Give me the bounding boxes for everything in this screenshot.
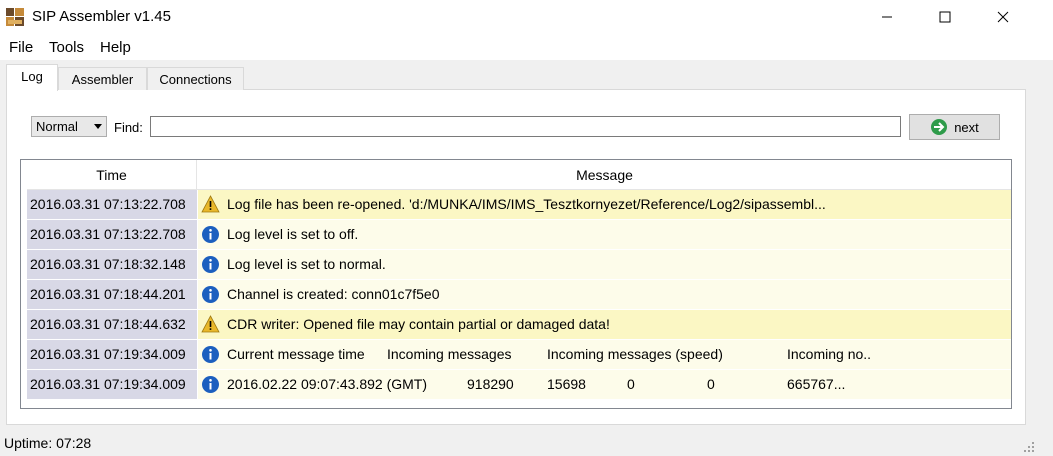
row-message-segment: 0 [627, 376, 635, 392]
resize-grip-icon[interactable] [1023, 441, 1035, 453]
row-message: Log file has been re-opened. 'd:/MUNKA/I… [198, 190, 1011, 219]
table-row[interactable]: 2016.03.31 07:13:22.708 Log file has bee… [27, 190, 1011, 220]
info-icon [202, 226, 219, 243]
maximize-icon [939, 11, 951, 23]
menu-help[interactable]: Help [100, 39, 131, 56]
info-icon [202, 376, 219, 393]
row-message-segment: Current message time [227, 346, 365, 362]
table-header: Time Message [27, 160, 1011, 190]
info-icon [202, 286, 219, 303]
info-icon [202, 346, 219, 363]
window-title: SIP Assembler v1.45 [32, 8, 171, 25]
column-header-message[interactable]: Message [198, 160, 1011, 190]
log-level-value: Normal [36, 119, 78, 134]
row-message-segment: 665767... [787, 376, 846, 392]
table-row[interactable]: 2016.03.31 07:18:32.148 Log level is set… [27, 250, 1011, 280]
title-bar: SIP Assembler v1.45 [0, 0, 1053, 34]
find-label: Find: [114, 120, 143, 135]
arrow-right-icon [931, 119, 948, 135]
table-row[interactable]: 2016.03.31 07:19:34.009 Current message … [27, 340, 1011, 370]
warning-icon [201, 315, 220, 333]
row-time: 2016.03.31 07:18:44.201 [27, 280, 197, 309]
table-row[interactable]: 2016.03.31 07:13:22.708 Log level is set… [27, 220, 1011, 250]
table-row[interactable]: 2016.03.31 07:18:44.201 Channel is creat… [27, 280, 1011, 310]
row-message: Log level is set to off. [198, 220, 1011, 249]
column-header-time[interactable]: Time [27, 160, 197, 190]
row-message-segment: Incoming no.. [787, 346, 872, 362]
tab-log[interactable]: Log [6, 64, 58, 91]
row-time: 2016.03.31 07:13:22.708 [27, 220, 197, 249]
minimize-button[interactable] [858, 0, 916, 34]
close-icon [997, 11, 1009, 23]
info-icon [202, 256, 219, 273]
table-row[interactable]: 2016.03.31 07:19:34.009 2016.02.22 09:07… [27, 370, 1011, 400]
uptime-label: Uptime: 07:28 [4, 435, 92, 451]
close-button[interactable] [974, 0, 1032, 34]
menu-file[interactable]: File [9, 39, 33, 56]
row-message-segment: 2016.02.22 09:07:43.892 (GMT) [227, 376, 428, 392]
row-message-segment: 15698 [547, 376, 586, 392]
log-table: Time Message 2016.03.31 07:13:22.708 Log… [20, 159, 1012, 409]
status-bar: Uptime: 07:28 [0, 432, 1053, 456]
next-button[interactable]: next [909, 114, 1000, 140]
row-time: 2016.03.31 07:19:34.009 [27, 340, 197, 369]
row-message-segment: 918290 [467, 376, 514, 392]
menu-tools[interactable]: Tools [49, 39, 84, 56]
row-time: 2016.03.31 07:18:44.632 [27, 310, 197, 339]
chevron-down-icon [94, 124, 102, 129]
row-message: Channel is created: conn01c7f5e0 [198, 280, 1011, 309]
row-time: 2016.03.31 07:13:22.708 [27, 190, 197, 219]
row-message-segment: Incoming messages (speed) [547, 346, 723, 362]
tab-connections[interactable]: Connections [147, 67, 244, 90]
maximize-button[interactable] [916, 0, 974, 34]
log-level-select[interactable]: Normal [31, 116, 107, 137]
row-time: 2016.03.31 07:19:34.009 [27, 370, 197, 399]
warning-icon [201, 195, 220, 213]
find-input[interactable] [150, 116, 901, 137]
row-message: CDR writer: Opened file may contain part… [198, 310, 1011, 339]
row-message: Log level is set to normal. [198, 250, 1011, 279]
menu-bar: File Tools Help [0, 34, 1053, 60]
tab-assembler[interactable]: Assembler [58, 67, 147, 90]
minimize-icon [882, 16, 892, 18]
row-message-segment: 0 [707, 376, 715, 392]
sip-app-icon [6, 8, 24, 26]
table-row[interactable]: 2016.03.31 07:18:44.632 CDR writer: Open… [27, 310, 1011, 340]
row-time: 2016.03.31 07:18:32.148 [27, 250, 197, 279]
row-message-segment: Incoming messages [387, 346, 512, 362]
next-button-label: next [954, 119, 979, 135]
